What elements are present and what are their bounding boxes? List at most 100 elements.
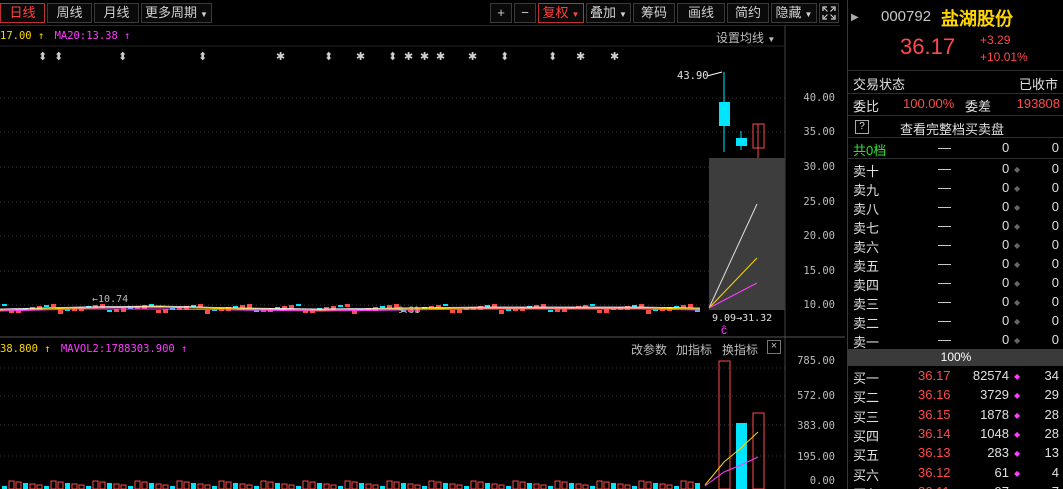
level-label: 卖五 bbox=[853, 259, 880, 274]
sell-level-row[interactable]: 卖一 —0 ◆ 0 bbox=[848, 331, 1063, 350]
level-price: 36.12 bbox=[918, 464, 951, 480]
event-marker-icon[interactable]: ✱ bbox=[436, 50, 445, 63]
event-marker-icon[interactable]: ✱ bbox=[404, 50, 413, 63]
diamond-icon: ◆ bbox=[1014, 317, 1021, 326]
volume-bar bbox=[162, 484, 169, 489]
sell-level-row[interactable]: 卖二 — 0 ◆ 0 bbox=[848, 312, 1063, 331]
level-count: 29 bbox=[1044, 387, 1059, 403]
event-marker-icon[interactable]: ⬍ bbox=[388, 50, 397, 63]
high-pointer bbox=[706, 71, 723, 77]
diamond-icon: ◆ bbox=[1014, 449, 1021, 459]
event-marker-icon[interactable]: ⬍ bbox=[198, 50, 207, 63]
diamond-icon: ◆ bbox=[1014, 468, 1021, 478]
full-book-link[interactable]: 查看完整档买卖盘 bbox=[900, 119, 1004, 138]
event-marker-icon[interactable]: ✱ bbox=[356, 50, 365, 63]
close-indicator-button[interactable]: × bbox=[767, 340, 781, 354]
volume-bar bbox=[120, 484, 127, 489]
weibi-row: 委比 100.00% 委差 193808 bbox=[848, 95, 1063, 114]
event-marker-icon[interactable]: ✱ bbox=[468, 50, 477, 63]
level-volume: 283 bbox=[987, 445, 1009, 461]
candle bbox=[597, 310, 602, 313]
volume-bar bbox=[225, 481, 232, 489]
buy-level-row[interactable]: 买三 36.15 1878 ◆ 28 bbox=[848, 406, 1063, 425]
volume-bar bbox=[246, 484, 253, 489]
diamond-icon: ◆ bbox=[1014, 241, 1021, 250]
full-book-row[interactable]: ? 查看完整档买卖盘 bbox=[848, 118, 1063, 137]
event-marker-icon[interactable]: ⬍ bbox=[500, 50, 509, 63]
price-grid bbox=[0, 97, 785, 457]
price-change: +3.29 bbox=[980, 33, 1011, 47]
edit-params-button[interactable]: 改参数 bbox=[631, 341, 667, 358]
volume-bar bbox=[575, 483, 582, 489]
volume-bar bbox=[36, 484, 43, 489]
volume-bar bbox=[456, 484, 463, 489]
buy-level-row[interactable]: 买一 36.17 82574 ◆ 34 bbox=[848, 367, 1063, 386]
sell-level-row[interactable]: 卖三 — 0 ◆ 0 bbox=[848, 293, 1063, 312]
volume-bar bbox=[8, 480, 15, 489]
candle bbox=[492, 304, 497, 307]
level-label: 卖十 bbox=[853, 164, 880, 179]
sell-level-row[interactable]: 卖九 — 0 ◆ 0 bbox=[848, 179, 1063, 198]
volume-bar bbox=[344, 480, 351, 489]
volume-bar bbox=[695, 483, 700, 489]
level-price: — bbox=[938, 218, 951, 233]
diamond-icon: ◆ bbox=[1014, 336, 1021, 345]
level-price: — bbox=[938, 237, 951, 252]
volume-bar bbox=[57, 481, 64, 489]
volume-bar bbox=[596, 480, 603, 489]
event-marker-icon[interactable]: ✱ bbox=[610, 50, 619, 63]
candle bbox=[604, 309, 609, 313]
mavol2-label: MAVOL2: bbox=[60, 343, 106, 355]
event-marker-icon[interactable]: ✱ bbox=[276, 50, 285, 63]
level-volume: 1048 bbox=[980, 425, 1009, 441]
buy-level-row[interactable]: 买二 36.16 3729 ◆ 29 bbox=[848, 386, 1063, 405]
volume-bar bbox=[78, 484, 85, 489]
mavol2-arrow-icon: ↑ bbox=[181, 343, 188, 355]
level-count: 28 bbox=[1044, 425, 1059, 441]
volume-bar bbox=[407, 483, 414, 489]
sell-level-row[interactable]: 卖四 — 0 ◆ 0 bbox=[848, 274, 1063, 293]
volume-bar bbox=[302, 480, 309, 489]
event-marker-icon[interactable]: ⬍ bbox=[324, 50, 333, 63]
panel-toggle-icon[interactable]: ▶ bbox=[851, 12, 861, 23]
volume-bar bbox=[485, 483, 490, 489]
volume-bar bbox=[149, 483, 154, 489]
switch-indicator-button[interactable]: 换指标 bbox=[722, 341, 758, 358]
buy-level-row[interactable]: 买六 36.12 61 ◆ 4 bbox=[848, 464, 1063, 483]
volume-bar bbox=[653, 483, 658, 489]
volume-bar bbox=[351, 481, 358, 489]
volume-legend: 38.800 ↑ MAVOL2:1788303.900 ↑ bbox=[0, 343, 187, 355]
event-marker-icon[interactable]: ⬍ bbox=[38, 50, 47, 63]
event-marker-icon[interactable]: ⬍ bbox=[548, 50, 557, 63]
sell-level-row[interactable]: 卖十 — 0 ◆ 0 bbox=[848, 160, 1063, 179]
event-markers: ⬍ ⬍ ⬍ ⬍ ✱ ⬍ ✱ ⬍ ✱ ✱ ✱ ✱ ⬍ ⬍ ✱ ✱ bbox=[38, 50, 619, 63]
status-label: 交易状态 bbox=[853, 77, 906, 92]
buy-level-row[interactable]: 买五 36.13 283 ◆ 13 bbox=[848, 444, 1063, 463]
level-label: 买四 bbox=[853, 428, 880, 444]
event-marker-icon[interactable]: ✱ bbox=[576, 50, 585, 63]
volume-bar bbox=[134, 480, 141, 489]
add-indicator-button[interactable]: 加指标 bbox=[676, 341, 712, 358]
weibi-label: 委比 bbox=[853, 99, 880, 114]
y-axis-label: 20.00 bbox=[803, 230, 835, 242]
candle bbox=[44, 305, 49, 307]
total-levels-label: 共0档 bbox=[853, 143, 887, 158]
level-price: — bbox=[938, 313, 951, 328]
volume-bar bbox=[428, 480, 435, 489]
buy-level-row[interactable]: 买四 36.14 1048 ◆ 28 bbox=[848, 425, 1063, 444]
stock-name[interactable]: 盐湖股份 bbox=[941, 5, 1013, 31]
level-price: 36.16 bbox=[918, 387, 951, 403]
trade-status-row: 交易状态 已收市 bbox=[848, 73, 1063, 92]
sell-level-row[interactable]: 卖五 — 0 ◆ 0 bbox=[848, 255, 1063, 274]
mavol2-value: 1788303.900 bbox=[105, 343, 175, 355]
sell-level-row[interactable]: 卖七 — 0 ◆ 0 bbox=[848, 217, 1063, 236]
sell-level-row[interactable]: 卖八 — 0 ◆ 0 bbox=[848, 198, 1063, 217]
event-marker-icon[interactable]: ✱ bbox=[420, 50, 429, 63]
level-count: 13 bbox=[1044, 445, 1059, 461]
buy-level-row[interactable]: 买七36.1197◆7 bbox=[848, 483, 1063, 489]
y-axis-label: 40.00 bbox=[803, 92, 835, 104]
kline-chart[interactable]: ⬍ ⬍ ⬍ ⬍ ✱ ⬍ ✱ ⬍ ✱ ✱ ✱ ✱ ⬍ ⬍ ✱ ✱ 43.90 ←10.74 9.31 9.09→… bbox=[0, 0, 845, 489]
event-marker-icon[interactable]: ⬍ bbox=[118, 50, 127, 63]
event-marker-icon[interactable]: ⬍ bbox=[54, 50, 63, 63]
sell-level-row[interactable]: 卖六 — 0 ◆ 0 bbox=[848, 236, 1063, 255]
